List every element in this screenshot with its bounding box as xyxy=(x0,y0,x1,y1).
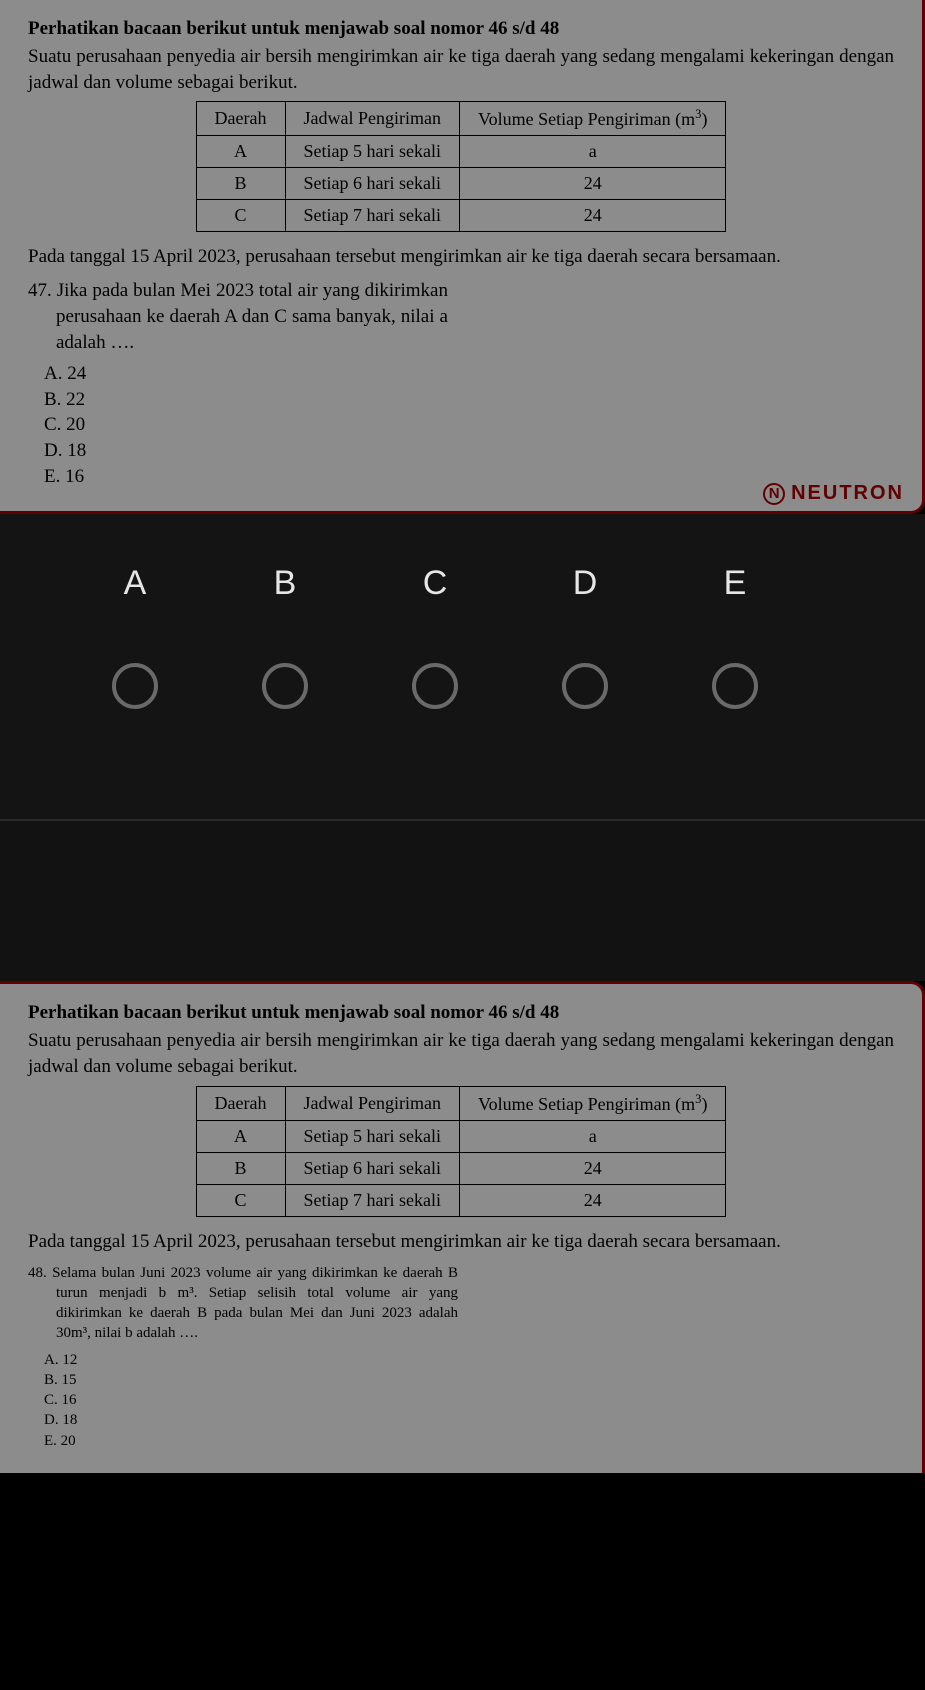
passage-body: Suatu perusahaan penyedia air bersih men… xyxy=(28,44,894,95)
passage-footer: Pada tanggal 15 April 2023, perusahaan t… xyxy=(28,246,894,268)
table-row: A Setiap 5 hari sekali a xyxy=(196,136,726,168)
option-c: C. 20 xyxy=(44,412,894,438)
question-card-48: Perhatikan bacaan berikut untuk menjawab… xyxy=(0,981,925,1473)
option-a: A. 12 xyxy=(44,1350,894,1370)
th-volume: Volume Setiap Pengiriman (m3) xyxy=(460,102,726,136)
question-card-47: Perhatikan bacaan berikut untuk menjawab… xyxy=(0,0,925,514)
table-row: A Setiap 5 hari sekali a xyxy=(196,1120,726,1152)
option-d: D. 18 xyxy=(44,1410,894,1430)
answer-47-d-radio[interactable] xyxy=(562,663,608,709)
passage-title: Perhatikan bacaan berikut untuk menjawab… xyxy=(28,1002,894,1024)
th-volume: Volume Setiap Pengiriman (m3) xyxy=(460,1086,726,1120)
option-b: B. 22 xyxy=(44,387,894,413)
col-head-c: C xyxy=(360,564,510,603)
col-head-a: A xyxy=(60,564,210,603)
dark-gap xyxy=(0,821,925,981)
answer-47-b-radio[interactable] xyxy=(262,663,308,709)
th-jadwal: Jadwal Pengiriman xyxy=(285,1086,459,1120)
col-head-b: B xyxy=(210,564,360,603)
passage-body: Suatu perusahaan penyedia air bersih men… xyxy=(28,1028,894,1079)
passage-title: Perhatikan bacaan berikut untuk menjawab… xyxy=(28,18,894,40)
question-47-text: 47. Jika pada bulan Mei 2023 total air y… xyxy=(28,278,448,355)
answer-47-c-radio[interactable] xyxy=(412,663,458,709)
answer-sheet: A B C D E 47 xyxy=(0,514,925,821)
option-c: C. 16 xyxy=(44,1390,894,1410)
option-e: E. 20 xyxy=(44,1431,894,1451)
brand-logo: N NEUTRON xyxy=(763,482,904,505)
question-48-text: 48. Selama bulan Juni 2023 volume air ya… xyxy=(28,1263,458,1344)
table-row: C Setiap 7 hari sekali 24 xyxy=(196,1184,726,1216)
answer-47-e-radio[interactable] xyxy=(712,663,758,709)
schedule-table: Daerah Jadwal Pengiriman Volume Setiap P… xyxy=(196,101,727,232)
question-48-options: A. 12 B. 15 C. 16 D. 18 E. 20 xyxy=(28,1350,894,1451)
row-label-47: 47 xyxy=(0,665,60,708)
option-d: D. 18 xyxy=(44,438,894,464)
table-row: C Setiap 7 hari sekali 24 xyxy=(196,200,726,232)
passage-footer: Pada tanggal 15 April 2023, perusahaan t… xyxy=(28,1231,894,1253)
th-jadwal: Jadwal Pengiriman xyxy=(285,102,459,136)
option-a: A. 24 xyxy=(44,361,894,387)
table-row: B Setiap 6 hari sekali 24 xyxy=(196,168,726,200)
th-daerah: Daerah xyxy=(196,1086,285,1120)
answer-47-a-radio[interactable] xyxy=(112,663,158,709)
schedule-table: Daerah Jadwal Pengiriman Volume Setiap P… xyxy=(196,1086,727,1217)
table-row: B Setiap 6 hari sekali 24 xyxy=(196,1152,726,1184)
option-b: B. 15 xyxy=(44,1370,894,1390)
col-head-d: D xyxy=(510,564,660,603)
col-head-e: E xyxy=(660,564,810,603)
question-47-options: A. 24 B. 22 C. 20 D. 18 E. 16 xyxy=(28,361,894,489)
brand-n-icon: N xyxy=(763,483,785,505)
brand-text: NEUTRON xyxy=(791,482,904,505)
th-daerah: Daerah xyxy=(196,102,285,136)
